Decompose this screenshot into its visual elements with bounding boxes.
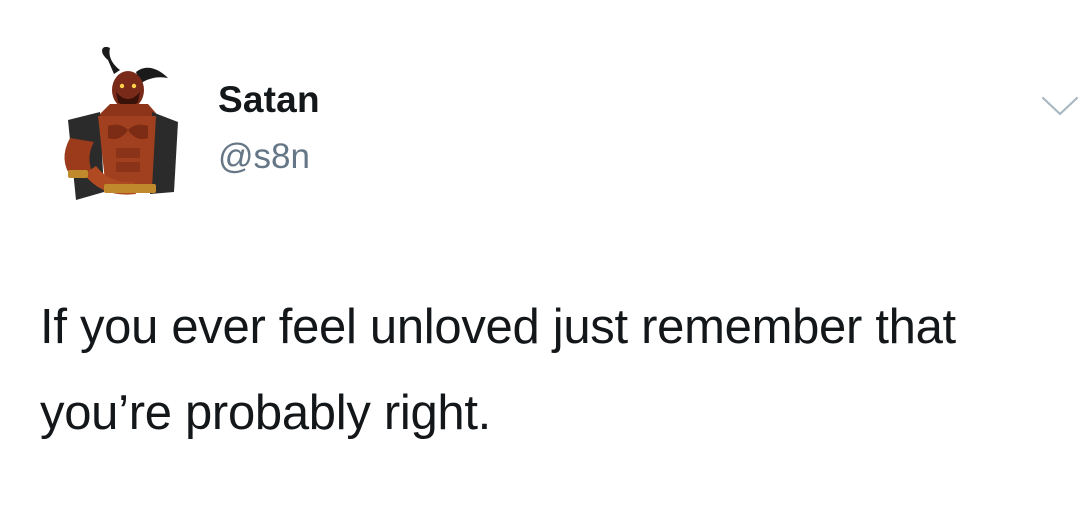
- tweet-card: Satan @s8n If you ever feel unloved just…: [0, 0, 1080, 520]
- demon-avatar-icon: [64, 46, 178, 200]
- author-display-name[interactable]: Satan: [218, 78, 320, 122]
- chevron-down-icon: [1041, 96, 1079, 116]
- author-handle[interactable]: @s8n: [218, 136, 310, 178]
- author-avatar[interactable]: [50, 42, 185, 212]
- tweet-menu-button[interactable]: [1040, 94, 1080, 118]
- tweet-text: If you ever feel unloved just remember t…: [40, 300, 956, 440]
